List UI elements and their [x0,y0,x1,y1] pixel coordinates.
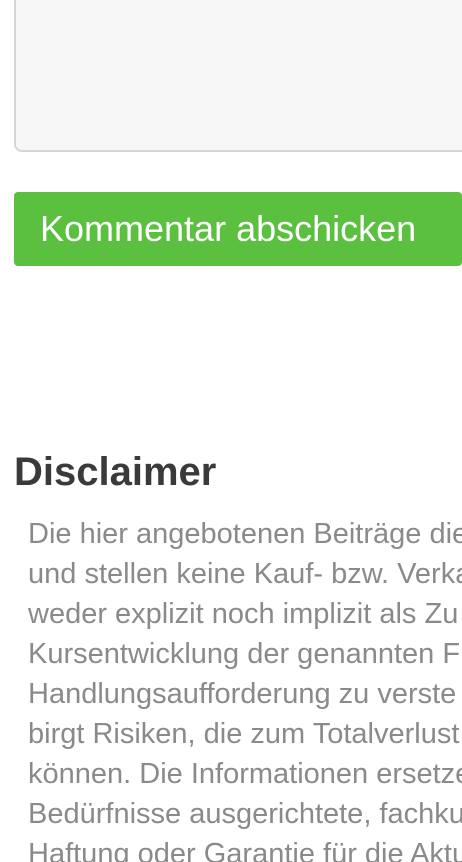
disclaimer-line: Bedürfnisse ausgerichtete, fachku [28,798,462,830]
disclaimer-line: Kursentwicklung der genannten F [28,638,461,670]
disclaimer-line: Handlungsaufforderung zu verste [28,678,457,710]
disclaimer-line: weder explizit noch implizit als Zu [28,598,459,630]
disclaimer-heading: Disclaimer [14,450,217,494]
comment-textarea[interactable] [14,0,462,152]
page: Kommentar abschicken Disclaimer Die hier… [0,0,462,862]
disclaimer-line: Haftung oder Garantie für die Aktu [28,838,462,862]
disclaimer-line: und stellen keine Kauf- bzw. Verka [28,558,462,590]
submit-comment-button[interactable]: Kommentar abschicken [14,192,462,266]
disclaimer-line: birgt Risiken, die zum Totalverlust [28,718,460,750]
disclaimer-line: Die hier angebotenen Beiträge die [28,518,462,550]
disclaimer-line: können. Die Informationen ersetze [28,758,462,790]
disclaimer-text: Die hier angebotenen Beiträge die und st… [28,514,462,862]
